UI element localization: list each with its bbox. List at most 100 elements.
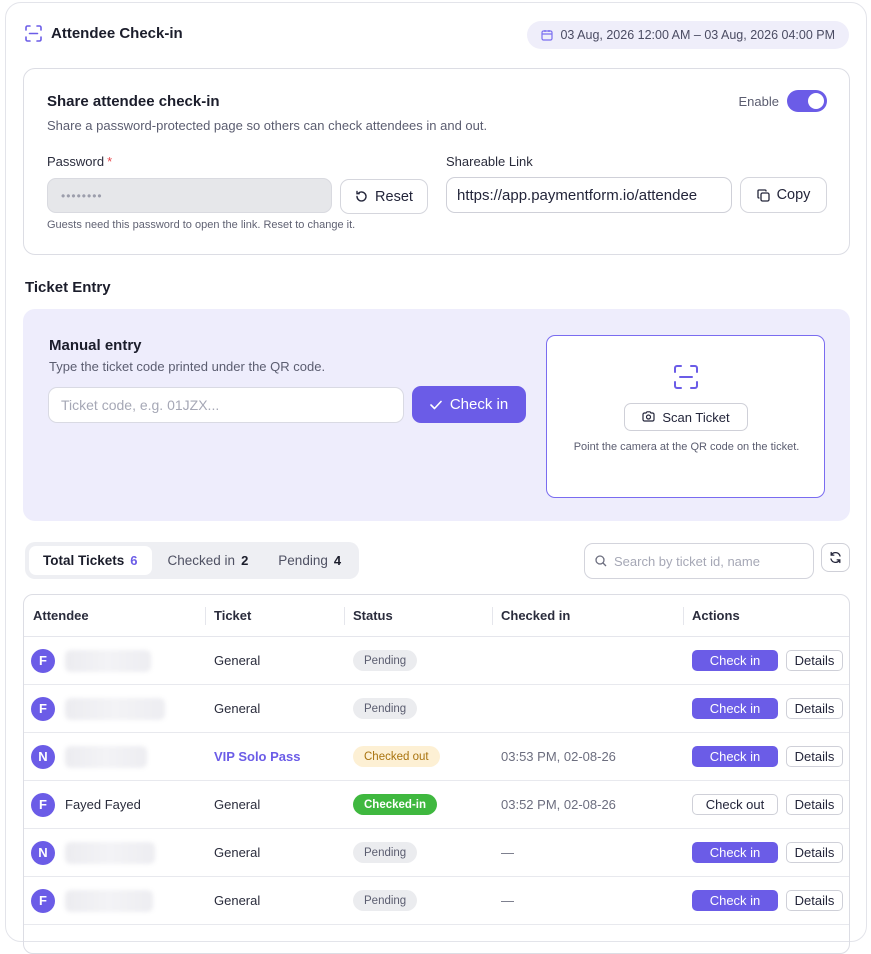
refresh-button[interactable] <box>821 543 850 572</box>
row-details-button[interactable]: Details <box>786 746 843 767</box>
link-label: Shareable Link <box>446 154 533 169</box>
table-row: N VIP Solo Pass Checked out 03:53 PM, 02… <box>24 733 849 781</box>
row-details-button[interactable]: Details <box>786 650 843 671</box>
column-status: Status <box>344 595 492 636</box>
row-details-button[interactable]: Details <box>786 698 843 719</box>
row-checkin-button[interactable]: Check in <box>692 890 778 911</box>
status-badge: Pending <box>353 698 418 719</box>
redacted-name <box>65 889 153 912</box>
search-icon <box>595 555 607 567</box>
enable-control: Enable <box>739 90 827 112</box>
row-details-button[interactable]: Details <box>786 890 843 911</box>
avatar: F <box>31 696 55 721</box>
password-label: Password * <box>47 154 112 169</box>
page-header: Attendee Check-in <box>25 25 183 42</box>
manual-checkin-label: Check in <box>449 396 509 413</box>
tab-label: Total Tickets <box>43 553 125 568</box>
refresh-icon <box>830 551 841 564</box>
calendar-icon <box>541 30 554 41</box>
column-actions: Actions <box>683 595 849 636</box>
attendee-table: Attendee Ticket Status Checked in Action… <box>23 594 850 954</box>
redacted-name <box>65 745 147 768</box>
tab-label: Pending <box>278 553 328 568</box>
scan-caption: Point the camera at the QR code on the t… <box>573 441 800 453</box>
password-hint: Guests need this password to open the li… <box>47 219 356 231</box>
manual-entry-subtitle: Type the ticket code printed under the Q… <box>49 359 326 374</box>
manual-checkin-button[interactable]: Check in <box>412 386 526 423</box>
table-row: F General Pending — Check in Details <box>24 877 849 925</box>
table-row: F General Pending Check in Details <box>24 637 849 685</box>
search-placeholder: Search by ticket id, name <box>614 553 760 569</box>
checked-in-time: — <box>501 845 514 860</box>
copy-icon <box>756 188 770 202</box>
ticket-type: General <box>214 845 261 860</box>
ticket-type: General <box>214 893 261 908</box>
checked-in-time <box>492 637 683 684</box>
status-badge: Pending <box>353 650 418 671</box>
avatar: F <box>31 648 55 673</box>
date-range-text: 03 Aug, 2026 12:00 AM – 03 Aug, 2026 04:… <box>560 28 835 42</box>
status-badge: Checked out <box>353 746 440 767</box>
password-field[interactable]: •••••••• <box>47 178 332 213</box>
qr-scan-icon <box>674 365 698 389</box>
tab-count: 6 <box>130 553 138 568</box>
checked-in-time <box>492 685 683 732</box>
tab-pending[interactable]: Pending 4 <box>264 546 355 575</box>
ticket-type: General <box>214 653 261 668</box>
ticket-type: General <box>214 701 261 716</box>
avatar: F <box>31 888 55 913</box>
checked-in-time: 03:52 PM, 02-08-26 <box>501 797 616 812</box>
share-card: Share attendee check-in Share a password… <box>23 68 850 255</box>
tab-label: Checked in <box>167 553 236 568</box>
checked-in-time: — <box>501 893 514 908</box>
table-row: F General Pending Check in Details <box>24 685 849 733</box>
ticket-entry-panel: Manual entry Type the ticket code printe… <box>23 309 850 521</box>
reset-icon <box>356 190 367 202</box>
check-icon <box>430 400 442 409</box>
search-input[interactable]: Search by ticket id, name <box>584 543 814 579</box>
ticket-filter-tabs: Total Tickets 6 Checked in 2 Pending 4 <box>25 542 360 579</box>
column-attendee: Attendee <box>33 608 89 623</box>
row-checkout-button[interactable]: Check out <box>692 794 778 815</box>
redacted-name <box>65 841 155 864</box>
enable-label: Enable <box>738 93 779 109</box>
ticket-entry-title: Ticket Entry <box>25 279 111 296</box>
scan-ticket-button[interactable]: Scan Ticket <box>624 403 748 431</box>
share-title: Share attendee check-in <box>47 93 220 110</box>
avatar: N <box>31 744 55 769</box>
tab-count: 2 <box>241 553 249 568</box>
reset-button[interactable]: Reset <box>340 179 428 214</box>
row-details-button[interactable]: Details <box>786 794 843 815</box>
date-range-badge: 03 Aug, 2026 12:00 AM – 03 Aug, 2026 04:… <box>527 21 849 49</box>
tab-checked-in[interactable]: Checked in 2 <box>154 546 263 575</box>
row-checkin-button[interactable]: Check in <box>692 650 778 671</box>
shareable-link-field[interactable]: https://app.paymentform.io/attendee <box>446 177 732 213</box>
checkin-page: Attendee Check-in 03 Aug, 2026 12:00 AM … <box>5 2 867 954</box>
redacted-name <box>65 697 165 720</box>
row-checkin-button[interactable]: Check in <box>692 746 778 767</box>
manual-entry-title: Manual entry <box>49 337 142 354</box>
table-header: Attendee Ticket Status Checked in Action… <box>24 595 849 637</box>
camera-icon <box>642 411 655 422</box>
reset-label: Reset <box>375 188 413 205</box>
table-row: F Fayed Fayed General Checked-in 03:52 PM… <box>24 781 849 829</box>
share-subtitle: Share a password-protected page so other… <box>47 118 488 133</box>
scan-ticket-label: Scan Ticket <box>662 409 730 425</box>
enable-toggle[interactable] <box>787 90 827 112</box>
tab-total-tickets[interactable]: Total Tickets 6 <box>29 546 152 575</box>
copy-button[interactable]: Copy <box>740 177 827 213</box>
row-checkin-button[interactable]: Check in <box>692 698 778 719</box>
ticket-type: General <box>214 797 261 812</box>
ticket-code-input[interactable]: Ticket code, e.g. 01JZX... <box>48 387 404 423</box>
scan-panel: Scan Ticket Point the camera at the QR c… <box>546 335 825 498</box>
attendee-name: Fayed Fayed <box>65 797 141 812</box>
redacted-name <box>65 649 151 672</box>
row-details-button[interactable]: Details <box>786 842 843 863</box>
copy-label: Copy <box>776 187 811 203</box>
avatar: F <box>31 792 55 817</box>
row-checkin-button[interactable]: Check in <box>692 842 778 863</box>
checked-in-time: 03:53 PM, 02-08-26 <box>501 749 616 764</box>
toggle-knob <box>808 93 824 109</box>
status-badge: Pending <box>353 890 418 911</box>
status-badge: Pending <box>353 842 418 863</box>
